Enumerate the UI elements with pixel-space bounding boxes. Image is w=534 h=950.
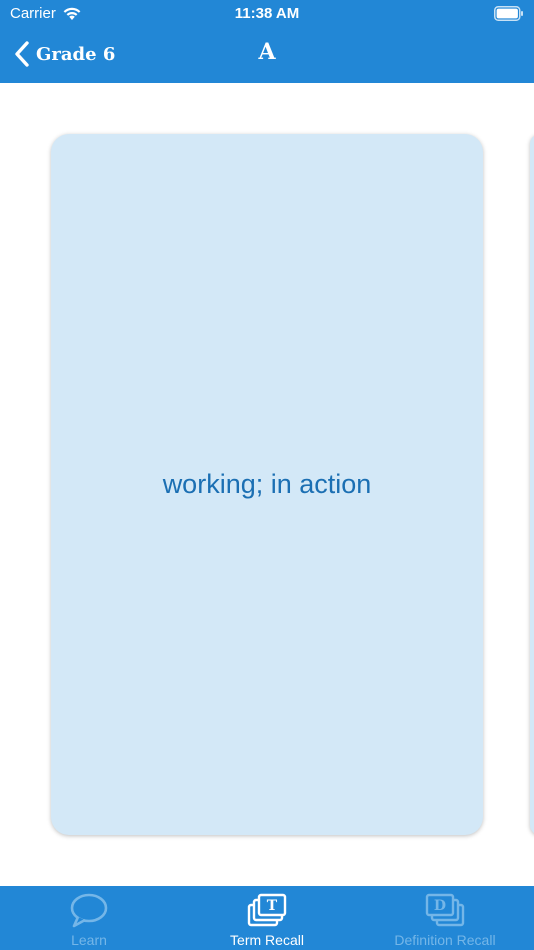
flashcard-text: working; in action (162, 469, 372, 499)
svg-text:D: D (434, 898, 446, 914)
clock: 11:38 AM (234, 5, 300, 22)
next-flashcard-peek[interactable] (530, 134, 534, 835)
battery-icon (494, 6, 523, 21)
svg-text:T: T (267, 898, 278, 914)
tab-learn-label: Learn (71, 932, 107, 948)
nav-bar: Grade 6 A (0, 28, 534, 83)
speech-bubble-icon (70, 893, 108, 928)
tab-definition-recall-label: Definition Recall (394, 932, 496, 948)
tab-definition-recall[interactable]: D Definition Recall (356, 886, 534, 950)
app-screen: Carrier 11:38 AM Grade 6 A working; in a… (0, 0, 534, 950)
tab-term-recall-label: Term Recall (230, 932, 304, 948)
status-bar: Carrier 11:38 AM (0, 0, 534, 28)
card-carousel[interactable]: working; in action (0, 83, 534, 886)
tab-term-recall[interactable]: T Term Recall (178, 886, 356, 950)
flashcard[interactable]: working; in action (51, 134, 483, 835)
header: Carrier 11:38 AM Grade 6 A (0, 0, 534, 83)
term-cards-icon: T (247, 893, 287, 927)
tab-bar: Learn T Term Recall D Definition Recall (0, 886, 534, 950)
tab-learn[interactable]: Learn (0, 886, 178, 950)
definition-cards-icon: D (425, 893, 465, 927)
page-title: A (258, 39, 276, 65)
